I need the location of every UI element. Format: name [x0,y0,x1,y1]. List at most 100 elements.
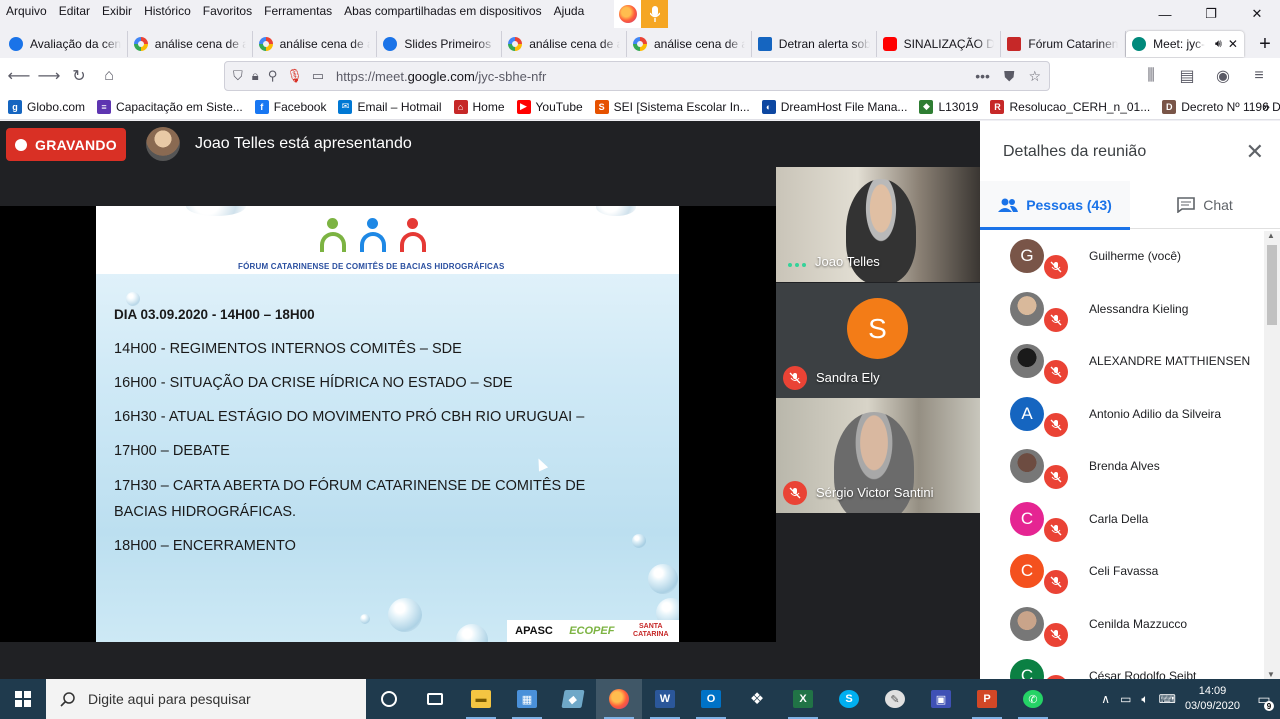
cortana-icon[interactable] [366,679,412,719]
browser-tab[interactable]: análise cena de a [128,31,253,57]
participant-row[interactable]: ALEXANDRE MATTHIENSEN [980,335,1264,387]
bookmark-item[interactable]: R Resolucao_CERH_n_01... [990,99,1150,114]
home-icon[interactable]: ⌂ [94,61,124,91]
scroll-down-icon[interactable]: ▼ [1267,670,1275,679]
page-actions-icon[interactable]: ••• [975,68,990,85]
word-icon[interactable]: W [642,679,688,719]
bookmark-item[interactable]: g Globo.com [8,99,85,114]
bookmark-item[interactable]: ▶ YouTube [516,99,583,114]
browser-tab[interactable]: Detran alerta sob [752,31,877,57]
bookmark-item[interactable]: f Facebook [254,99,326,114]
browser-tab[interactable]: Avaliação da cen [3,31,128,57]
firefox-taskbar-icon[interactable] [596,679,642,719]
powerpoint-icon[interactable]: P [964,679,1010,719]
lock-icon[interactable]: 🔒︎ [252,68,259,84]
url-bar[interactable]: ⛉ 🔒︎ ⚲ 🎙︎ ▭ https://meet.google.com/jyc-… [224,61,1050,91]
dropbox-icon[interactable]: ❖ [734,679,780,719]
windows-start-icon[interactable] [0,679,46,719]
account-icon[interactable]: ◉ [1208,61,1238,91]
presentation-area[interactable]: FÓRUM CATARINENSE DE COMITÊS DE BACIAS H… [0,206,776,642]
people-list-scrollbar[interactable]: ▲ ▼ [1264,231,1280,679]
tab-audio-icon[interactable]: 🔊︎ [1215,38,1222,51]
network-tool-icon[interactable]: ▣ [918,679,964,719]
browser-tab[interactable]: análise cena de a [627,31,752,57]
taskbar-clock[interactable]: 14:09 03/09/2020 [1185,684,1240,714]
menu-editar[interactable]: Editar [53,3,96,21]
menu-hamburger-icon[interactable]: ≡ [1244,61,1274,91]
participant-row[interactable]: C César Rodolfo Seibt [980,650,1264,679]
bookmark-item[interactable]: ◆ L13019 [919,99,978,114]
menu-arquivo[interactable]: Arquivo [0,3,53,21]
bookmark-star-icon[interactable]: ☆ [1028,68,1041,85]
sharing-indicator[interactable] [614,0,668,28]
scroll-up-icon[interactable]: ▲ [1267,231,1275,240]
close-window-icon[interactable]: ✕ [1234,0,1280,28]
participant-tile-sandra[interactable]: S Sandra Ely [776,283,980,398]
menu-favoritos[interactable]: Favoritos [197,3,258,21]
whatsapp-icon[interactable]: ✆ [1010,679,1056,719]
taskbar-search[interactable]: Digite aqui para pesquisar [46,679,366,719]
browser-tab[interactable]: SINALIZAÇÃO DO [877,31,1002,57]
menu-ferramentas[interactable]: Ferramentas [258,3,338,21]
url-text[interactable]: https://meet.google.com/jyc-sbhe-nfr [336,69,546,84]
browser-tab[interactable]: Meet: jyc- 🔊︎ ✕ [1126,31,1244,57]
participant-row[interactable]: Brenda Alves [980,440,1264,492]
presenter-text: Joao Telles está apresentando [195,135,412,152]
participant-row[interactable]: A Antonio Adilio da Silveira [980,388,1264,440]
volume-icon[interactable]: 🔈︎ [1141,692,1148,707]
bookmark-item[interactable]: ≡ Capacitação em Siste... [97,99,243,114]
browser-tab[interactable]: análise cena de a [502,31,627,57]
browser-tab[interactable]: análise cena de a [253,31,378,57]
close-tab-icon[interactable]: ✕ [1228,37,1238,51]
permissions-icon[interactable]: ⚲ [268,68,278,84]
notes-app-icon[interactable]: ◆ [550,679,596,719]
people-list[interactable]: G Guilherme (você) Alessandra Kieling ALEXA… [980,230,1264,679]
menu-exibir[interactable]: Exibir [96,3,138,21]
bookmark-item[interactable]: ◐ DreamHost File Mana... [761,99,907,114]
calculator-icon[interactable]: ▦ [504,679,550,719]
menu-ajuda[interactable]: Ajuda [548,3,591,21]
screen-share-icon[interactable]: ▭ [312,68,324,84]
tab-people[interactable]: Pessoas (43) [980,181,1130,230]
participant-row[interactable]: G Guilherme (você) [980,230,1264,282]
participant-row[interactable]: Cenilda Mazzucco [980,598,1264,650]
participant-row[interactable]: C Carla Della [980,493,1264,545]
tray-expand-icon[interactable]: ∧ [1101,692,1110,706]
bookmark-item[interactable]: ✉ Email – Hotmail [338,99,442,114]
paint-icon[interactable]: ✎ [872,679,918,719]
participant-row[interactable]: C Celi Favassa [980,545,1264,597]
skype-icon[interactable]: S [826,679,872,719]
reload-icon[interactable]: ↻ [64,61,94,91]
new-tab-icon[interactable]: + [1250,31,1280,57]
pocket-icon[interactable]: ⛊ [1004,68,1015,85]
battery-icon[interactable]: ▭ [1120,692,1131,706]
mic-blocked-icon[interactable]: 🎙︎ [286,68,303,84]
task-view-icon[interactable] [412,679,458,719]
participant-row[interactable]: Alessandra Kieling [980,283,1264,335]
forward-icon[interactable]: ⟶ [34,61,64,91]
menu-abas-compartilhadas[interactable]: Abas compartilhadas em dispositivos [338,3,547,21]
minimize-icon[interactable]: — [1142,0,1188,28]
participant-tile-sergio[interactable]: Sérgio Victor Santini [776,398,980,513]
scroll-thumb[interactable] [1267,245,1277,325]
library-icon[interactable]: ⫼ [1136,61,1166,91]
tab-chat[interactable]: Chat [1130,181,1280,229]
restore-icon[interactable]: ❐ [1188,0,1234,28]
action-center-icon[interactable]: ▭ 9 [1248,679,1280,719]
back-icon[interactable]: ⟵ [4,61,34,91]
file-explorer-icon[interactable]: ▬ [458,679,504,719]
participant-tile-joao[interactable]: Joao Telles [776,167,980,282]
browser-tab[interactable]: Slides Primeiros S [377,31,503,57]
language-icon[interactable]: ⌨ [1159,692,1176,706]
close-panel-icon[interactable]: ✕ [1246,139,1264,165]
sidebar-icon[interactable]: ▤ [1172,61,1202,91]
outlook-icon[interactable]: O [688,679,734,719]
bookmark-item[interactable]: S SEI [Sistema Escolar In... [594,99,750,114]
slide-line-date: DIA 03.09.2020 - 14H00 – 18H00 [114,307,315,322]
menu-historico[interactable]: Histórico [138,3,197,21]
bookmarks-overflow-icon[interactable]: » [1262,98,1270,114]
excel-icon[interactable]: X [780,679,826,719]
shield-icon[interactable]: ⛉ [233,68,243,84]
browser-tab[interactable]: Fórum Catarinen [1001,31,1127,57]
bookmark-item[interactable]: ⌂ Home [453,99,505,114]
